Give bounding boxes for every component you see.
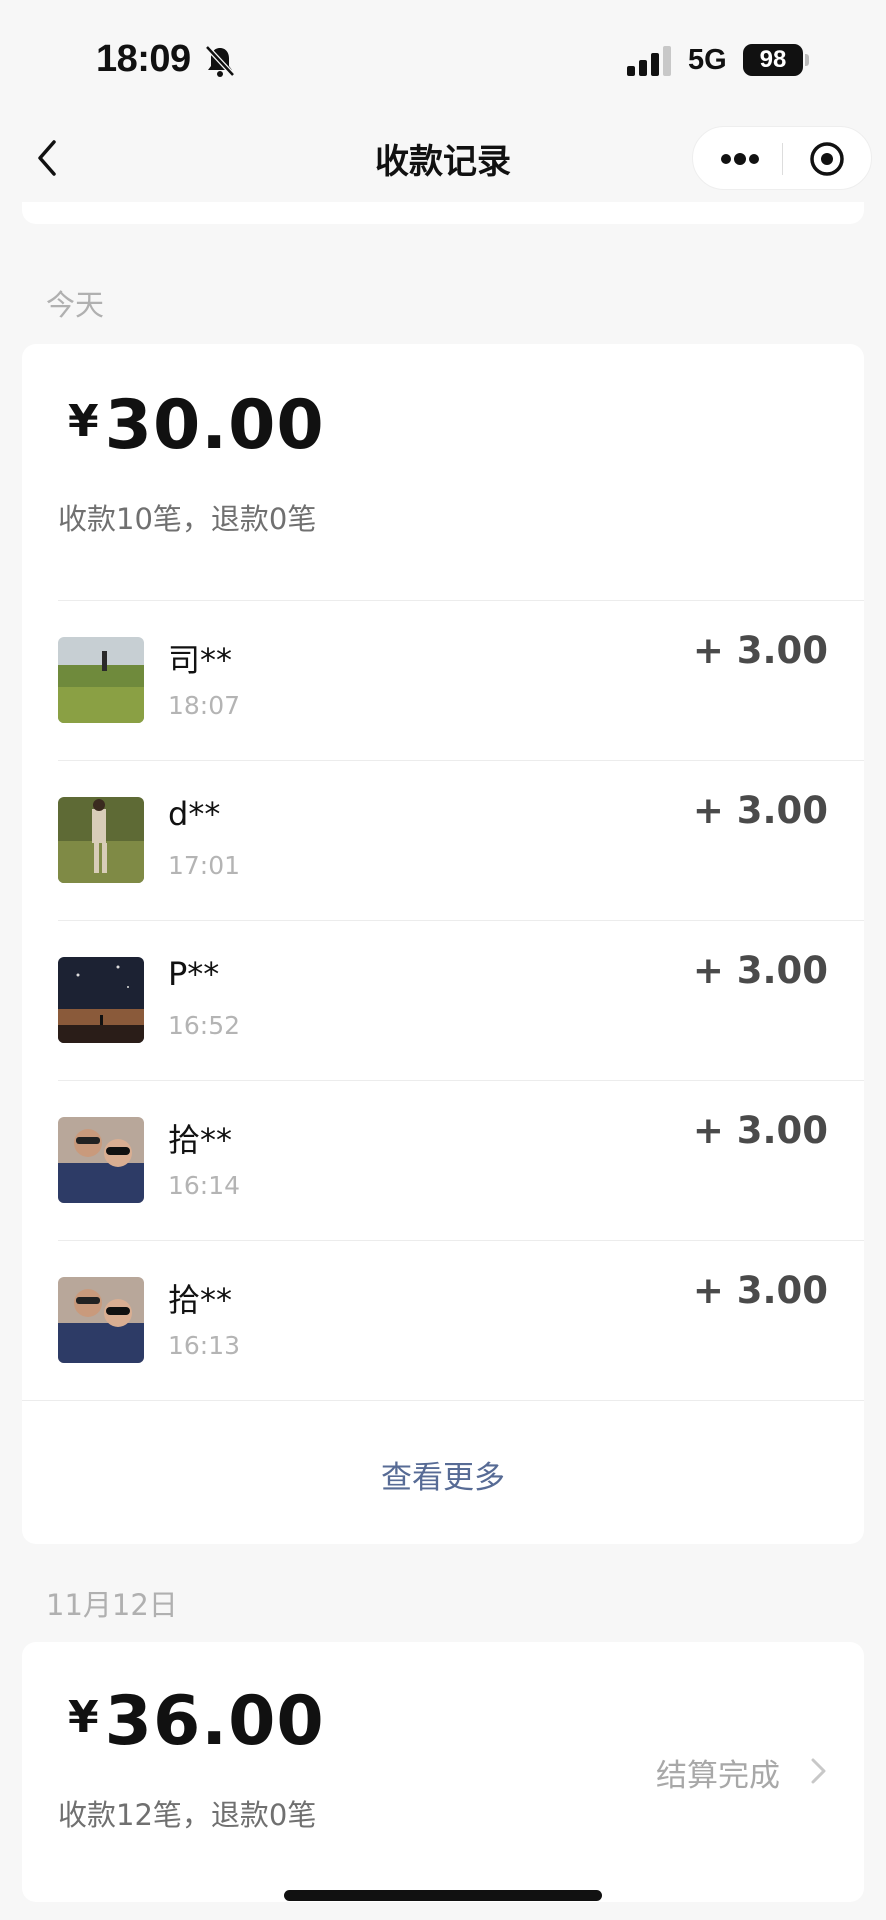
today-card: ¥30.00 收款10笔，退款0笔 司** 18:07 + 3.00 d** 1… bbox=[22, 344, 864, 1544]
avatar bbox=[58, 1277, 144, 1363]
battery-tip bbox=[805, 54, 809, 66]
section-date-nov12: 11月12日 bbox=[46, 1588, 178, 1622]
avatar bbox=[58, 1117, 144, 1203]
payer-time: 16:14 bbox=[168, 1171, 241, 1200]
avatar bbox=[58, 797, 144, 883]
payer-time: 16:13 bbox=[168, 1331, 241, 1360]
currency-symbol: ¥ bbox=[68, 1692, 99, 1743]
payment-amount: + 3.00 bbox=[692, 949, 828, 992]
total-amount: 30.00 bbox=[104, 386, 325, 465]
status-time: 18:09 bbox=[96, 38, 191, 80]
payment-row[interactable]: 司** 18:07 + 3.00 bbox=[58, 600, 864, 760]
nov12-total: ¥36.00 bbox=[68, 1682, 325, 1761]
payer-name: 拾** bbox=[168, 1121, 233, 1159]
nov12-summary: 收款12笔，退款0笔 bbox=[58, 1798, 317, 1832]
payer-time: 16:52 bbox=[168, 1011, 241, 1040]
payment-row[interactable]: d** 17:01 + 3.00 bbox=[58, 760, 864, 920]
payment-amount: + 3.00 bbox=[692, 1269, 828, 1312]
payment-row[interactable]: P** 16:52 + 3.00 bbox=[58, 920, 864, 1080]
close-target-icon[interactable] bbox=[809, 141, 845, 177]
divider bbox=[22, 1400, 864, 1401]
avatar bbox=[58, 957, 144, 1043]
payer-time: 17:01 bbox=[168, 851, 241, 880]
total-amount: 36.00 bbox=[104, 1682, 325, 1761]
payer-time: 18:07 bbox=[168, 691, 241, 720]
payer-name: d** bbox=[168, 795, 221, 833]
payer-name: 司** bbox=[168, 641, 233, 679]
bell-muted-icon bbox=[205, 45, 235, 77]
currency-symbol: ¥ bbox=[68, 396, 99, 447]
settlement-status: 结算完成 bbox=[656, 1758, 780, 1794]
payment-amount: + 3.00 bbox=[692, 1109, 828, 1152]
view-more-link[interactable]: 查看更多 bbox=[22, 1452, 864, 1497]
nav-bar: 收款记录 bbox=[0, 110, 886, 202]
previous-card-edge bbox=[22, 202, 864, 224]
payment-row[interactable]: 拾** 16:13 + 3.00 bbox=[58, 1240, 864, 1400]
nov12-card[interactable]: ¥36.00 收款12笔，退款0笔 结算完成 bbox=[22, 1642, 864, 1902]
signal-icon bbox=[627, 46, 671, 76]
payment-row[interactable]: 拾** 16:14 + 3.00 bbox=[58, 1080, 864, 1240]
battery-indicator: 98 bbox=[743, 44, 803, 76]
network-label: 5G bbox=[688, 44, 727, 76]
status-bar: 18:09 5G 98 bbox=[0, 0, 886, 110]
home-indicator bbox=[284, 1890, 602, 1901]
payment-amount: + 3.00 bbox=[692, 789, 828, 832]
payment-amount: + 3.00 bbox=[692, 629, 828, 672]
payer-name: P** bbox=[168, 955, 220, 993]
chevron-right-icon bbox=[811, 1758, 826, 1784]
payer-name: 拾** bbox=[168, 1281, 233, 1319]
mini-program-capsule bbox=[692, 126, 872, 190]
today-total: ¥30.00 bbox=[68, 386, 325, 465]
more-icon[interactable] bbox=[719, 149, 761, 169]
capsule-divider bbox=[782, 143, 783, 175]
today-summary: 收款10笔，退款0笔 bbox=[58, 502, 317, 536]
section-date-today: 今天 bbox=[46, 288, 105, 322]
avatar bbox=[58, 637, 144, 723]
